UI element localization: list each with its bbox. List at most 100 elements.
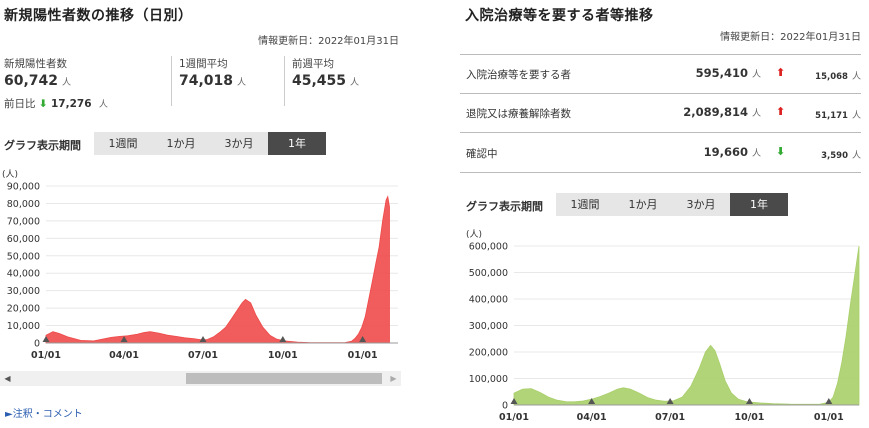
row-number: 2,089,814 (683, 105, 748, 119)
down-arrow-icon: ⬇ (38, 98, 48, 110)
prev-week-avg-label: 前週平均 (292, 58, 334, 70)
prev-day-value: 17,276 (51, 98, 92, 110)
table-divider (460, 93, 861, 94)
hospitalization-title: 入院治療等を要する者等推移 (465, 8, 654, 24)
x-tick-label: 10/01 (735, 412, 765, 423)
y-axis-label: (人) (2, 169, 18, 180)
y-tick-label: 50,000 (7, 251, 40, 262)
y-tick-label: 40,000 (7, 269, 40, 280)
row-diff: 15,068 人 (815, 69, 861, 82)
prev-week-avg-value: 45,455 人 (292, 73, 359, 89)
chart-scrollbar[interactable]: ◀ ▶ (0, 371, 401, 386)
period-tabs: 1週間 1か月 3か月 1年 (94, 132, 326, 155)
tab-1-month[interactable]: 1か月 (614, 193, 672, 216)
y-tick-label: 0 (502, 401, 508, 412)
x-tick-label: 01/01 (499, 412, 529, 423)
row-unit: 人 (751, 109, 761, 119)
x-tick-marker (199, 336, 207, 342)
y-tick-label: 100,000 (469, 374, 508, 385)
row-value: 19,660 人 (704, 145, 761, 159)
table-divider (460, 54, 861, 55)
row-diff-unit: 人 (851, 72, 861, 82)
x-tick-label: 04/01 (109, 350, 139, 361)
y-tick-label: 400,000 (469, 295, 508, 306)
period-label: グラフ表示期間 (4, 139, 81, 152)
x-tick-label: 04/01 (577, 412, 607, 423)
row-value: 595,410 人 (696, 66, 761, 80)
row-number: 595,410 (695, 66, 748, 80)
hospitalization-updated: 情報更新日：2022年01月31日 (720, 32, 861, 43)
y-tick-label: 70,000 (7, 216, 40, 227)
hospitalization-panel: 入院治療等を要する者等推移 情報更新日：2022年01月31日 入院治療等を要す… (460, 0, 869, 428)
tab-1-month[interactable]: 1か月 (152, 132, 210, 155)
row-value: 2,089,814 人 (683, 105, 761, 119)
x-tick-marker (279, 336, 287, 342)
x-tick-marker (745, 398, 753, 404)
scroll-right-icon[interactable]: ▶ (386, 371, 401, 386)
tab-1-week[interactable]: 1週間 (556, 193, 614, 216)
row-diff-unit: 人 (851, 111, 861, 121)
up-arrow-icon: ⬆ (776, 66, 786, 79)
x-tick-label: 07/01 (655, 412, 685, 423)
prev-week-avg-number: 45,455 (292, 73, 347, 89)
tab-1-year[interactable]: 1年 (730, 193, 788, 216)
hospitalization-chart: (人) 0 100,000 200,000 300,000 400,000 500,000 6… (466, 229, 860, 423)
prev-day-diff: 前日比 ⬇ 17,276 人 (4, 96, 108, 111)
y-tick-label: 600,000 (469, 242, 508, 253)
table-divider (460, 132, 861, 133)
prev-day-unit: 人 (98, 100, 108, 110)
y-tick-label: 500,000 (469, 268, 508, 279)
row-diff-number: 51,171 (815, 111, 848, 121)
new-cases-title: 新規陽性者数の推移（日別） (4, 8, 193, 24)
row-unit: 人 (751, 70, 761, 80)
tab-1-year[interactable]: 1年 (268, 132, 326, 155)
prev-day-label: 前日比 (4, 98, 36, 110)
new-cases-label: 新規陽性者数 (4, 58, 67, 70)
new-cases-panel: 新規陽性者数の推移（日別） 情報更新日：2022年01月31日 新規陽性者数 6… (0, 0, 404, 428)
y-axis-label: (人) (466, 229, 482, 240)
stat-divider (284, 56, 285, 106)
weekly-avg-label: 1週間平均 (179, 58, 228, 70)
scroll-thumb[interactable] (186, 373, 382, 384)
row-unit: 人 (751, 149, 761, 159)
row-diff-number: 3,590 (821, 151, 848, 161)
x-tick-label: 01/01 (348, 350, 378, 361)
y-tick-label: 80,000 (7, 199, 40, 210)
new-cases-unit: 人 (62, 78, 72, 88)
x-tick-label: 07/01 (188, 350, 218, 361)
tab-3-months[interactable]: 3か月 (210, 132, 268, 155)
row-label: 入院治療等を要する者 (466, 69, 571, 81)
weekly-avg-unit: 人 (237, 78, 247, 88)
tab-1-week[interactable]: 1週間 (94, 132, 152, 155)
x-tick-label: 01/01 (814, 412, 844, 423)
new-cases-chart: (人) 0 10,000 20,000 30,000 40,000 50,000 60,000… (2, 169, 398, 361)
up-arrow-icon: ⬆ (776, 105, 786, 118)
row-diff: 3,590 人 (821, 148, 861, 161)
y-tick-label: 30,000 (7, 286, 40, 297)
row-label: 確認中 (466, 148, 498, 160)
row-number: 19,660 (703, 145, 748, 159)
tab-3-months[interactable]: 3か月 (672, 193, 730, 216)
period-label: グラフ表示期間 (466, 200, 543, 213)
period-tabs: 1週間 1か月 3か月 1年 (556, 193, 788, 216)
y-tick-label: 200,000 (469, 348, 508, 359)
weekly-avg-value: 74,018 人 (179, 73, 246, 89)
row-label: 退院又は療養解除者数 (466, 108, 571, 120)
row-diff: 51,171 人 (815, 108, 861, 121)
new-cases-updated: 情報更新日：2022年01月31日 (258, 36, 399, 47)
y-tick-label: 10,000 (7, 321, 40, 332)
y-tick-label: 0 (34, 339, 40, 350)
row-diff-number: 15,068 (815, 72, 848, 82)
y-tick-label: 20,000 (7, 304, 40, 315)
x-tick-label: 10/01 (268, 350, 298, 361)
row-diff-unit: 人 (851, 151, 861, 161)
new-cases-number: 60,742 (4, 73, 59, 89)
series-area (45, 195, 390, 344)
prev-week-avg-unit: 人 (350, 78, 360, 88)
weekly-avg-number: 74,018 (179, 73, 234, 89)
new-cases-value: 60,742 人 (4, 73, 71, 89)
y-tick-label: 60,000 (7, 234, 40, 245)
scroll-left-icon[interactable]: ◀ (0, 371, 15, 386)
y-tick-label: 90,000 (7, 182, 40, 193)
notes-link[interactable]: ►注釈・コメント (5, 405, 83, 420)
